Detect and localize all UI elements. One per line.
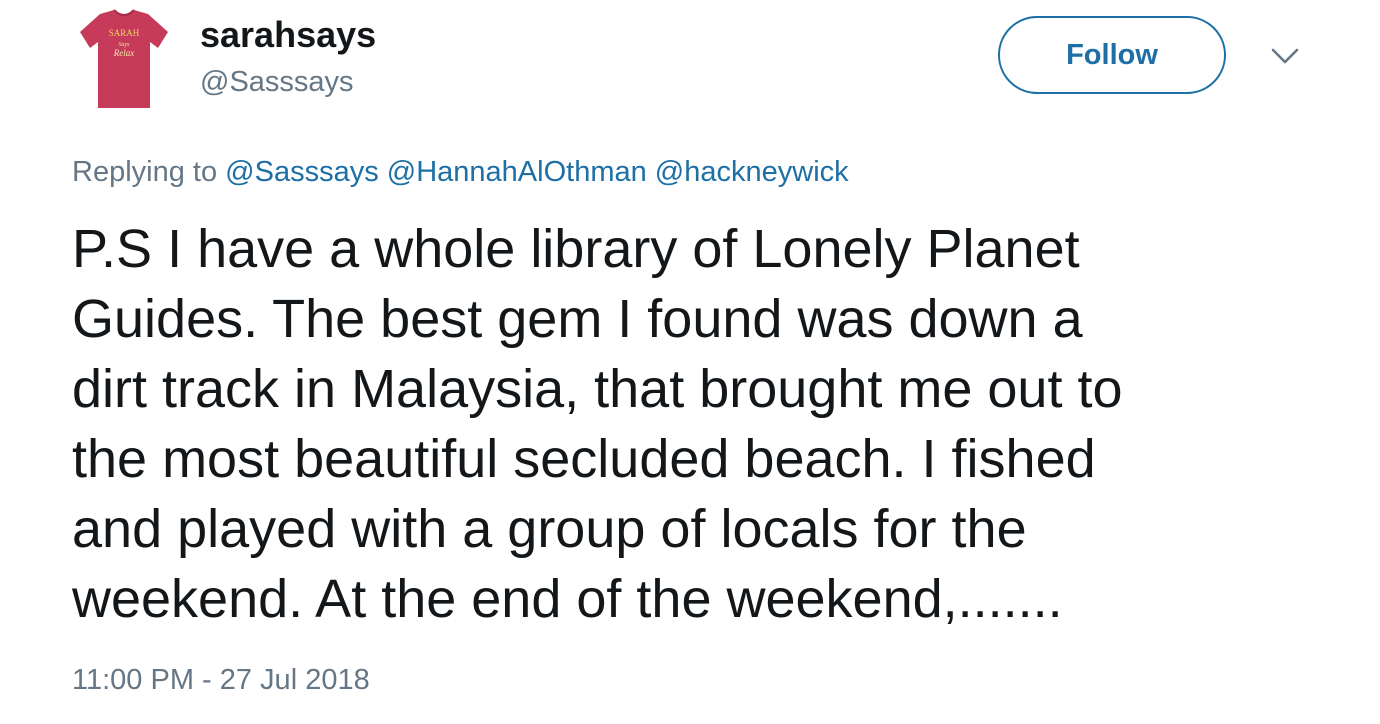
tshirt-avatar-image: SARAH Says Relax bbox=[78, 6, 170, 112]
mention-link[interactable]: @Sasssays bbox=[225, 156, 379, 188]
avatar-text-line1: SARAH bbox=[109, 28, 140, 38]
avatar-text-line3: Relax bbox=[113, 48, 135, 58]
display-name[interactable]: sarahsays bbox=[200, 14, 376, 56]
reply-context: Replying to @Sasssays @HannahAlOthman @h… bbox=[72, 156, 849, 189]
chevron-down-icon bbox=[1271, 48, 1299, 64]
more-options-button[interactable] bbox=[1266, 42, 1304, 70]
tweet-text: P.S I have a whole library of Lonely Pla… bbox=[72, 219, 1123, 629]
user-handle[interactable]: @Sasssays bbox=[200, 66, 354, 99]
avatar[interactable]: SARAH Says Relax bbox=[78, 6, 170, 112]
tweet-timestamp[interactable]: 11:00 PM - 27 Jul 2018 bbox=[72, 664, 370, 697]
mention-link[interactable]: @hackneywick bbox=[655, 156, 849, 188]
reply-prefix: Replying to bbox=[72, 156, 218, 188]
mention-link[interactable]: @HannahAlOthman bbox=[387, 156, 647, 188]
follow-button[interactable]: Follow bbox=[998, 16, 1226, 94]
